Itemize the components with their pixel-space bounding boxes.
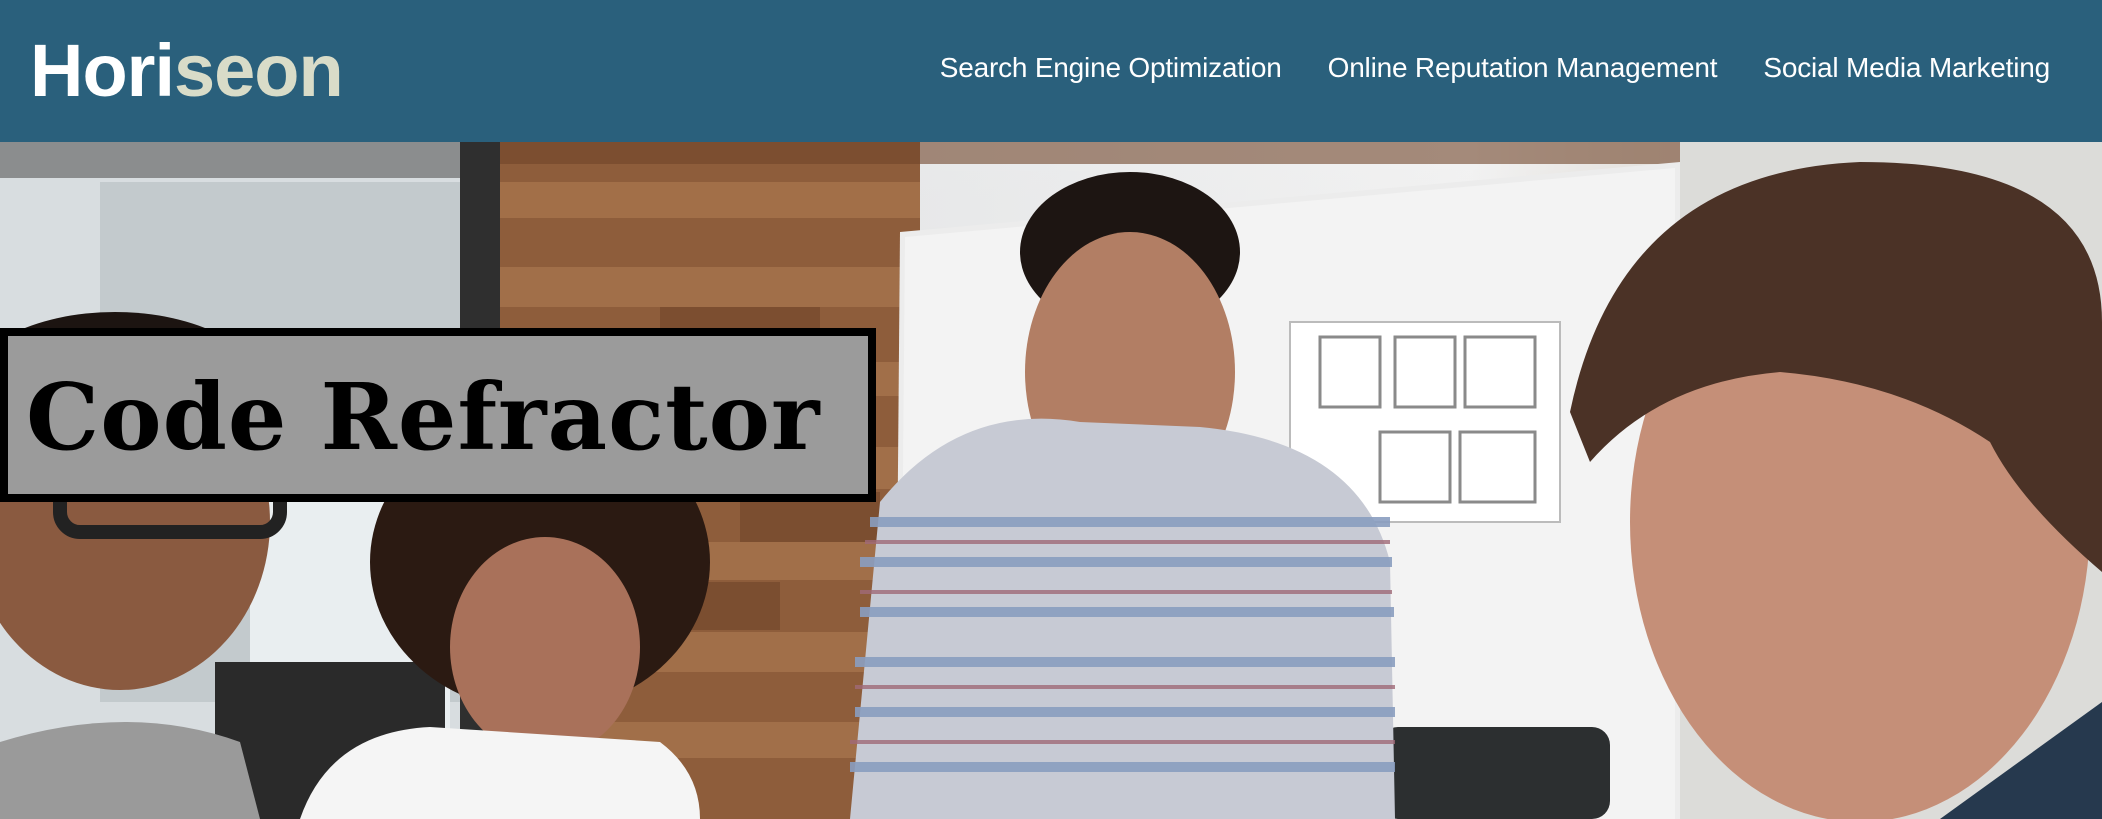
logo-text-accent: seon: [174, 29, 344, 112]
hero-title: Code Refractor: [26, 363, 821, 471]
hero-section: Code Refractor: [0, 142, 2102, 819]
site-header: Horiseon Search Engine Optimization Onli…: [0, 0, 2102, 142]
nav-item-reputation: Online Reputation Management: [1328, 48, 1718, 88]
hero-title-box: Code Refractor: [0, 328, 876, 502]
nav-link-reputation[interactable]: Online Reputation Management: [1328, 52, 1718, 83]
logo-text-main: Hori: [30, 29, 175, 112]
main-nav: Search Engine Optimization Online Reputa…: [940, 48, 2050, 88]
site-logo[interactable]: Horiseon: [30, 26, 344, 116]
nav-link-social[interactable]: Social Media Marketing: [1763, 52, 2050, 83]
nav-link-seo[interactable]: Search Engine Optimization: [940, 52, 1282, 83]
nav-item-social: Social Media Marketing: [1763, 48, 2050, 88]
nav-item-seo: Search Engine Optimization: [940, 48, 1282, 88]
